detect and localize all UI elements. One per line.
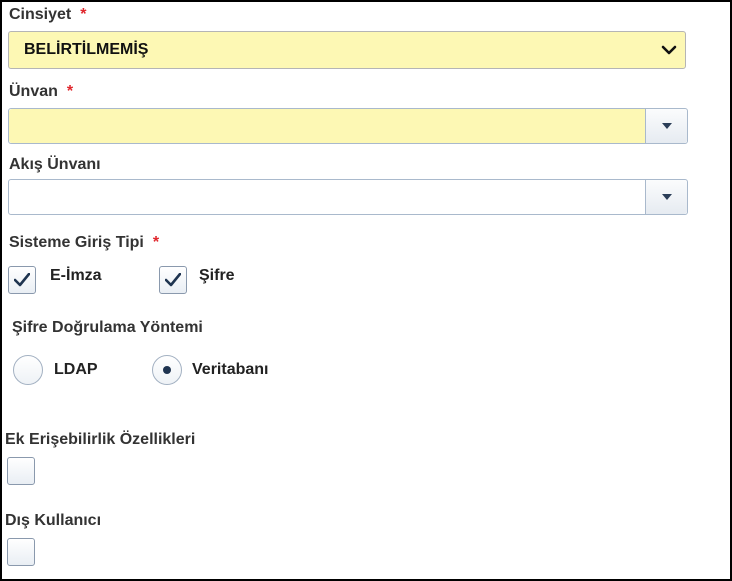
e-imza-checkbox[interactable] <box>8 266 36 294</box>
ldap-label[interactable]: LDAP <box>54 361 98 379</box>
login-type-label-text: Sisteme Giriş Tipi <box>9 234 144 251</box>
checkmark-icon <box>165 273 181 287</box>
accessibility-checkbox[interactable] <box>7 457 35 485</box>
gender-select-value: BELİRTİLMEMİŞ <box>24 41 149 58</box>
chevron-down-icon <box>661 45 677 55</box>
required-marker: * <box>152 234 160 251</box>
flow-title-input[interactable] <box>9 180 645 214</box>
ldap-radio[interactable] <box>13 355 43 385</box>
flow-title-dropdown-button[interactable] <box>645 180 687 214</box>
required-marker: * <box>66 83 74 100</box>
login-type-label: Sisteme Giriş Tipi * <box>9 234 159 252</box>
veritabani-label[interactable]: Veritabanı <box>192 361 268 379</box>
title-label: Ünvan * <box>9 83 73 101</box>
form-frame: Cinsiyet * BELİRTİLMEMİŞ Ünvan * Akış Ünva… <box>0 0 732 581</box>
gender-label: Cinsiyet * <box>9 6 86 24</box>
external-user-label: Dış Kullanıcı <box>5 512 102 529</box>
e-imza-label[interactable]: E-İmza <box>50 267 102 285</box>
caret-down-icon <box>661 194 672 200</box>
title-dropdown-button[interactable] <box>645 109 687 143</box>
checkmark-icon <box>14 273 30 287</box>
external-user-checkbox[interactable] <box>7 538 35 566</box>
accessibility-label: Ek Erişebilirlik Özellikleri <box>5 431 196 448</box>
gender-select[interactable]: BELİRTİLMEMİŞ <box>8 31 686 69</box>
title-input[interactable] <box>9 109 645 143</box>
sifre-label[interactable]: Şifre <box>199 267 235 285</box>
title-combobox[interactable] <box>8 108 688 144</box>
password-validation-label: Şifre Doğrulama Yöntemi <box>12 319 203 336</box>
sifre-checkbox[interactable] <box>159 266 187 294</box>
caret-down-icon <box>661 123 672 129</box>
required-marker: * <box>80 6 87 23</box>
veritabani-radio[interactable] <box>152 355 182 385</box>
flow-title-label: Akış Ünvanı <box>9 156 101 173</box>
gender-label-text: Cinsiyet <box>9 6 72 23</box>
title-label-text: Ünvan <box>9 83 58 100</box>
flow-title-combobox[interactable] <box>8 179 688 215</box>
radio-selected-dot <box>163 366 171 374</box>
